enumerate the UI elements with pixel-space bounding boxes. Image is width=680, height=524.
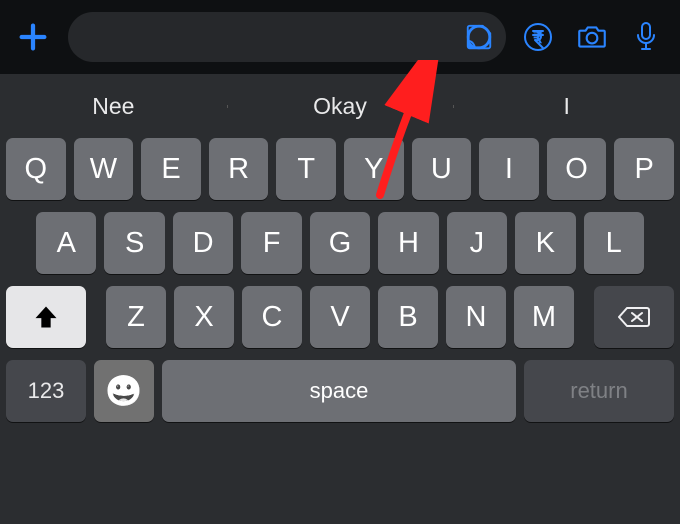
key-l[interactable]: L (584, 212, 644, 274)
key-x[interactable]: X (174, 286, 234, 348)
shift-key[interactable] (6, 286, 86, 348)
suggestion-2[interactable]: Okay (227, 93, 454, 120)
key-f[interactable]: F (241, 212, 301, 274)
svg-text:₹: ₹ (533, 30, 543, 47)
key-e[interactable]: E (141, 138, 201, 200)
key-k[interactable]: K (515, 212, 575, 274)
key-n[interactable]: N (446, 286, 506, 348)
key-s[interactable]: S (104, 212, 164, 274)
key-y[interactable]: Y (344, 138, 404, 200)
key-c[interactable]: C (242, 286, 302, 348)
key-w[interactable]: W (74, 138, 134, 200)
key-q[interactable]: Q (6, 138, 66, 200)
chat-input-bar: ₹ (0, 0, 680, 74)
key-h[interactable]: H (378, 212, 438, 274)
key-g[interactable]: G (310, 212, 370, 274)
attach-plus-button[interactable] (8, 12, 58, 62)
key-b[interactable]: B (378, 286, 438, 348)
sticker-button[interactable] (460, 18, 498, 56)
payment-rupee-button[interactable]: ₹ (516, 12, 560, 62)
key-t[interactable]: T (276, 138, 336, 200)
suggestion-3[interactable]: I (453, 93, 680, 120)
key-row-3: Z X C V B N M (6, 286, 674, 348)
key-v[interactable]: V (310, 286, 370, 348)
key-p[interactable]: P (614, 138, 674, 200)
keyboard: Q W E R T Y U I O P A S D F G H J K L Z … (0, 138, 680, 432)
numbers-key[interactable]: 123 (6, 360, 86, 422)
key-a[interactable]: A (36, 212, 96, 274)
camera-button[interactable] (570, 12, 614, 62)
key-r[interactable]: R (209, 138, 269, 200)
key-z[interactable]: Z (106, 286, 166, 348)
emoji-key[interactable]: 😀 (94, 360, 154, 422)
suggestion-1[interactable]: Nee (0, 93, 227, 120)
key-o[interactable]: O (547, 138, 607, 200)
return-key[interactable]: return (524, 360, 674, 422)
key-row-2: A S D F G H J K L (6, 212, 674, 274)
key-d[interactable]: D (173, 212, 233, 274)
voice-mic-button[interactable] (624, 12, 668, 62)
key-j[interactable]: J (447, 212, 507, 274)
space-key[interactable]: space (162, 360, 516, 422)
key-row-1: Q W E R T Y U I O P (6, 138, 674, 200)
key-u[interactable]: U (412, 138, 472, 200)
message-input[interactable] (68, 12, 506, 62)
delete-key[interactable] (594, 286, 674, 348)
key-m[interactable]: M (514, 286, 574, 348)
suggestion-bar: Nee Okay I (0, 74, 680, 138)
key-row-bottom: 123 😀 space return (6, 360, 674, 422)
key-i[interactable]: I (479, 138, 539, 200)
